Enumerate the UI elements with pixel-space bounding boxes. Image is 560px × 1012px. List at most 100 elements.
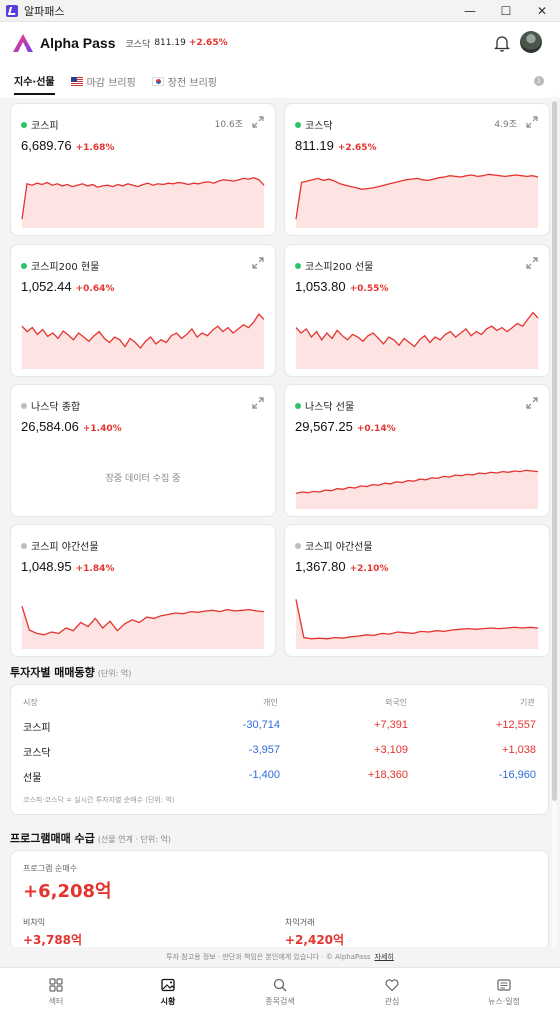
avatar[interactable] [520, 31, 542, 53]
scrollbar-thumb[interactable] [552, 101, 557, 801]
live-status-dot [295, 403, 301, 409]
expand-icon[interactable] [526, 116, 538, 128]
index-card-nasdaq-composite[interactable]: 나스닥 종합 26,584.06 +1.40% 장중 데이터 수집 중 [10, 384, 276, 517]
intraday-chart [21, 177, 265, 228]
index-card-kospi-night-futures-2[interactable]: 코스피 야간선물 1,367.80 +2.10% [284, 524, 550, 657]
kr-flag-icon [151, 76, 164, 86]
chart-area [296, 174, 538, 228]
disclaimer-text: 투자 참고용 정보 · 판단과 책임은 본인에게 있습니다 · © AlphaP… [166, 953, 371, 961]
program-section-title: 프로그램매매 수급 (선물 연계 · 단위: 억) [10, 830, 171, 846]
chart-area [22, 606, 264, 649]
nav-sector[interactable]: 섹터 [0, 968, 112, 1012]
arb-label: 차익거래 [285, 918, 315, 927]
expand-icon[interactable] [252, 116, 264, 128]
tab-index-futures[interactable]: 지수·선물 [14, 67, 55, 95]
table-row: 선물 -1,400 +18,360 -16,960 [11, 769, 548, 785]
program-trading-panel: 프로그램 순매수 +6,208억 비차익 +3,788억 차익거래 +2,420… [10, 850, 549, 950]
program-net-label: 프로그램 순매수 [23, 864, 78, 873]
card-name: 코스피 [31, 121, 59, 132]
nav-news-schedule[interactable]: 뉴스·일정 [448, 968, 560, 1012]
nav-market[interactable]: 시황 [112, 968, 224, 1012]
col-header-institution: 기관 [520, 698, 535, 707]
minimize-button[interactable]: — [452, 0, 488, 22]
col-header-individual: 개인 [263, 698, 278, 707]
app-header: Alpha Pass 코스닥 811.19 +2.65% [0, 22, 560, 64]
card-change: +2.10% [349, 564, 389, 574]
window-title: 알파패스 [24, 4, 65, 18]
expand-icon[interactable] [526, 257, 538, 269]
nav-stock-search[interactable]: 종목검색 [224, 968, 336, 1012]
card-price: 26,584.06 [21, 419, 79, 434]
col-header-market: 시장 [23, 698, 38, 707]
investor-unit: (단위: 억) [97, 669, 132, 678]
card-name: 코스피 야간선물 [305, 542, 373, 553]
scrollbar[interactable] [552, 95, 557, 947]
card-name: 코스피200 현물 [31, 262, 100, 273]
row-foreign: +3,109 [374, 744, 408, 756]
status-dot [295, 543, 301, 549]
tab-label: 지수·선물 [14, 76, 55, 88]
chart-area [22, 177, 264, 228]
status-dot [21, 403, 27, 409]
row-institution: -16,960 [498, 769, 536, 781]
live-status-dot [21, 263, 27, 269]
bottom-navigation: 섹터 시황 종목검색 관심 뉴스·일정 [0, 967, 560, 1012]
tab-premarket-briefing[interactable]: 장전 브리핑 [151, 67, 217, 95]
index-card-kospi200-futures[interactable]: 코스피200 선물 1,053.80 +0.55% [284, 244, 550, 377]
nav-watchlist[interactable]: 관심 [336, 968, 448, 1012]
nav-label: 섹터 [48, 997, 64, 1006]
expand-icon[interactable] [252, 397, 264, 409]
table-row: 코스피 -30,714 +7,391 +12,557 [11, 719, 548, 735]
brand-name: Alpha Pass [40, 35, 116, 51]
intraday-chart [295, 311, 539, 369]
index-card-kospi200-spot[interactable]: 코스피200 현물 1,052.44 +0.64% [10, 244, 276, 377]
nav-label: 시황 [160, 997, 176, 1006]
intraday-chart [21, 312, 265, 369]
disclaimer-bar: 투자 참고용 정보 · 판단과 책임은 본인에게 있습니다 · © AlphaP… [0, 947, 560, 967]
live-status-dot [21, 122, 27, 128]
heart-icon [385, 979, 399, 992]
header-ticker-name: 코스닥 [125, 39, 151, 50]
card-change: +0.14% [356, 424, 396, 434]
index-card-kosdaq[interactable]: 코스닥 4.9조 811.19 +2.65% [284, 103, 550, 236]
tab-closing-briefing[interactable]: 마감 브리핑 [70, 67, 136, 95]
row-foreign: +18,360 [367, 769, 408, 781]
status-dot [21, 543, 27, 549]
card-price: 1,048.95 [21, 559, 72, 574]
nav-label: 종목검색 [265, 997, 295, 1006]
investor-table: 시장 개인 외국인 기관 코스피 -30,714 +7,391 +12,557 … [10, 684, 549, 815]
maximize-button[interactable]: ☐ [488, 0, 524, 22]
intraday-chart [295, 599, 539, 649]
close-button[interactable]: ✕ [524, 0, 560, 22]
image-icon [161, 978, 175, 992]
investor-note: 코스피·코스닥 = 실시간 투자자별 순매수 (단위: 억) [23, 796, 175, 804]
chart-area [296, 599, 538, 649]
investor-title: 투자자별 매매동향 [10, 666, 95, 679]
arb-value: +2,420억 [285, 933, 345, 947]
card-volume: 4.9조 [494, 120, 517, 130]
window-titlebar: 알파패스 — ☐ ✕ [0, 0, 560, 22]
alpha-pass-logo-icon[interactable] [12, 33, 34, 53]
header-ticker-value: 811.19 [154, 38, 186, 48]
info-icon[interactable]: i [534, 76, 544, 86]
row-institution: +1,038 [502, 744, 536, 756]
collecting-data-message: 장중 데이터 수집 중 [105, 474, 181, 484]
row-market: 코스닥 [23, 748, 51, 759]
bell-icon[interactable] [494, 34, 510, 52]
card-volume: 10.6조 [214, 120, 243, 130]
card-change: +0.64% [75, 284, 115, 294]
expand-icon[interactable] [252, 257, 264, 269]
row-foreign: +7,391 [374, 719, 408, 731]
index-card-nasdaq-futures[interactable]: 나스닥 선물 29,567.25 +0.14% [284, 384, 550, 517]
index-card-kospi-night-futures[interactable]: 코스피 야간선물 1,048.95 +1.84% [10, 524, 276, 657]
us-flag-icon [70, 76, 83, 86]
grid-icon [49, 978, 63, 992]
expand-icon[interactable] [526, 397, 538, 409]
row-market: 코스피 [23, 723, 51, 734]
index-card-kospi[interactable]: 코스피 10.6조 6,689.76 +1.68% [10, 103, 276, 236]
nav-label: 관심 [384, 997, 400, 1006]
disclaimer-more-link[interactable]: 자세히 [375, 953, 394, 961]
chart-area [296, 470, 538, 509]
intraday-chart [295, 469, 539, 509]
card-name: 코스피 야간선물 [31, 542, 99, 553]
